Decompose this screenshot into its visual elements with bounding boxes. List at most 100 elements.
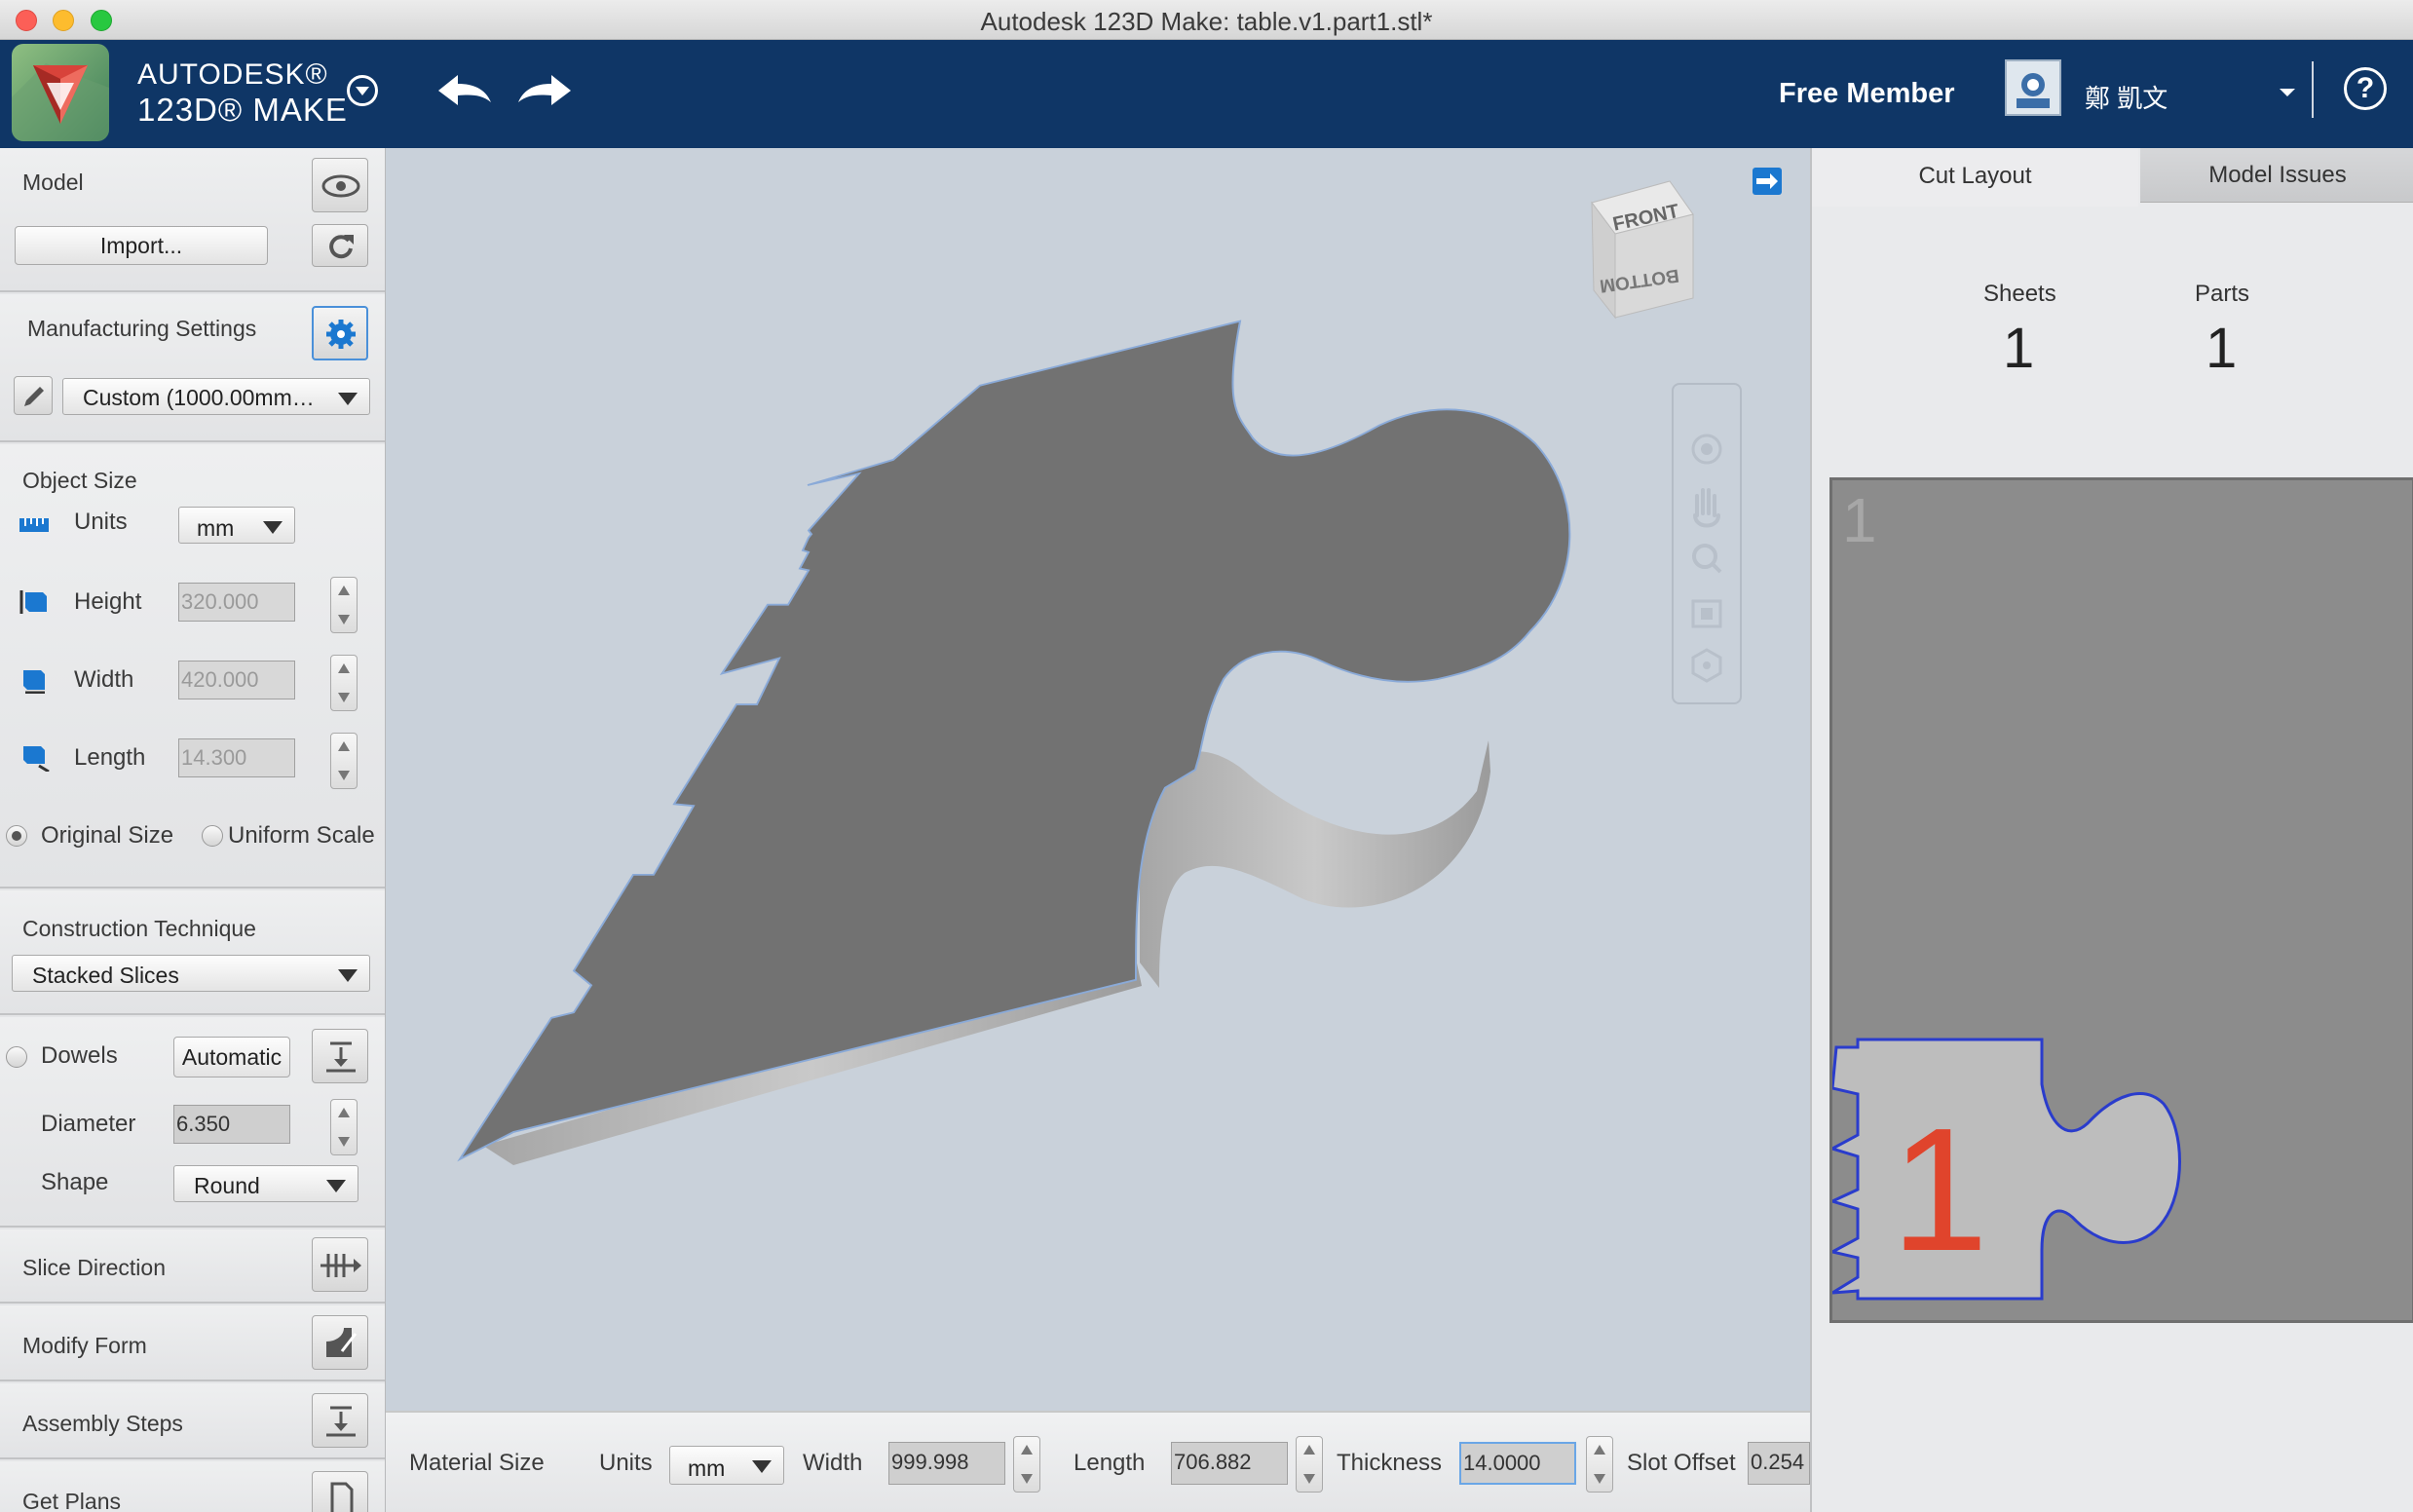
align-bottom-icon xyxy=(326,1041,356,1073)
manufacturing-preset-dropdown[interactable]: Custom (1000.00mm… xyxy=(62,378,370,415)
construction-technique-dropdown[interactable]: Stacked Slices xyxy=(12,955,370,992)
width-stepper[interactable] xyxy=(330,655,358,711)
window-title: Autodesk 123D Make: table.v1.part1.stl* xyxy=(980,7,1433,36)
header-divider xyxy=(2312,61,2314,118)
construction-section: Construction Technique Stacked Slices xyxy=(0,890,385,1015)
cut-sheet-preview[interactable]: 1 1 xyxy=(1829,477,2413,1323)
redo-button[interactable] xyxy=(514,69,575,112)
user-avatar[interactable] xyxy=(2005,59,2061,116)
membership-label: Free Member xyxy=(1779,78,1955,109)
cut-layout-panel: Cut Layout Model Issues Sheets 1 Parts 1… xyxy=(1810,148,2413,1512)
undo-button[interactable] xyxy=(434,69,495,112)
material-units-dropdown[interactable]: mm xyxy=(669,1446,784,1485)
brand-product: 123D® MAKE xyxy=(137,92,348,128)
dowels-label: Dowels xyxy=(41,1042,118,1069)
chevron-down-icon xyxy=(338,969,358,982)
toggle-model-visibility-button[interactable] xyxy=(312,158,368,212)
original-size-radio[interactable] xyxy=(6,825,27,847)
gear-icon xyxy=(326,320,356,349)
manufacturing-settings-button[interactable] xyxy=(312,306,368,360)
length-stepper[interactable] xyxy=(330,733,358,789)
modify-form-section[interactable]: Modify Form xyxy=(0,1305,385,1381)
window-title-bar: Autodesk 123D Make: table.v1.part1.stl* xyxy=(0,0,2413,40)
slice-direction-button[interactable] xyxy=(312,1237,368,1292)
material-size-bar: Material Size Units mm Width 999.998 Len… xyxy=(386,1411,1810,1512)
modify-form-icon xyxy=(326,1328,358,1357)
modify-form-label: Modify Form xyxy=(22,1333,147,1358)
chevron-down-icon xyxy=(338,393,358,405)
dowel-shape-dropdown[interactable]: Round xyxy=(173,1165,358,1202)
dowels-radio[interactable] xyxy=(6,1046,27,1068)
slice-direction-icon xyxy=(320,1254,361,1277)
eye-icon xyxy=(321,174,360,198)
slot-offset-input[interactable]: 0.254 xyxy=(1748,1442,1810,1485)
get-plans-button[interactable] xyxy=(312,1471,368,1512)
cut-part-label: 1 xyxy=(1891,1092,1988,1288)
dowels-options-button[interactable] xyxy=(312,1029,368,1083)
parts-label: Parts xyxy=(2195,281,2250,307)
tab-model-issues[interactable]: Model Issues xyxy=(2140,148,2413,203)
material-length-stepper[interactable] xyxy=(1296,1436,1323,1493)
help-button[interactable]: ? xyxy=(2344,67,2387,110)
modify-form-button[interactable] xyxy=(312,1315,368,1370)
sheets-count: 1 xyxy=(2003,317,2035,380)
user-name[interactable]: 鄭 凱文 xyxy=(2085,79,2168,115)
original-size-label: Original Size xyxy=(41,822,174,849)
user-dropdown-icon[interactable] xyxy=(2280,89,2295,96)
height-input[interactable]: 320.000 xyxy=(178,583,295,622)
material-width-stepper[interactable] xyxy=(1013,1436,1040,1493)
material-thickness-input[interactable]: 14.0000 xyxy=(1459,1442,1576,1485)
parts-count: 1 xyxy=(2206,317,2238,380)
zoom-extents-icon[interactable] xyxy=(1691,599,1722,628)
dowels-mode-button[interactable]: Automatic xyxy=(173,1037,290,1077)
length-label: Length xyxy=(74,744,146,771)
material-length-label: Length xyxy=(1074,1450,1146,1476)
assembly-steps-section[interactable]: Assembly Steps xyxy=(0,1383,385,1459)
width-cube-icon xyxy=(23,670,45,694)
material-units-value: mm xyxy=(688,1455,726,1481)
material-units-label: Units xyxy=(599,1450,653,1476)
material-width-input[interactable]: 999.998 xyxy=(888,1442,1005,1485)
chevron-down-icon xyxy=(752,1460,772,1473)
ruler-icon xyxy=(19,518,49,532)
app-menu-chevron-icon[interactable] xyxy=(347,75,378,106)
diameter-label: Diameter xyxy=(41,1111,136,1137)
length-input[interactable]: 14.300 xyxy=(178,738,295,777)
slot-offset-label: Slot Offset xyxy=(1627,1450,1736,1476)
tab-cut-layout[interactable]: Cut Layout xyxy=(1812,148,2138,207)
app-logo-icon xyxy=(12,44,109,141)
height-stepper[interactable] xyxy=(330,577,358,633)
uniform-scale-label: Uniform Scale xyxy=(228,822,375,849)
home-view-icon[interactable] xyxy=(1691,648,1722,683)
uniform-scale-radio[interactable] xyxy=(202,825,223,847)
assembly-steps-icon xyxy=(326,1406,356,1437)
3d-viewport[interactable] xyxy=(386,148,1810,1411)
diameter-input[interactable]: 6.350 xyxy=(173,1105,290,1144)
zoom-magnifier-icon[interactable] xyxy=(1692,544,1722,574)
pan-hand-icon[interactable] xyxy=(1693,488,1720,528)
sheets-label: Sheets xyxy=(1983,281,2056,307)
model-section-label: Model xyxy=(22,170,84,195)
refresh-model-button[interactable] xyxy=(312,224,368,267)
height-cube-icon xyxy=(19,590,47,614)
object-size-section: Object Size Units mm Height 320.000 Widt… xyxy=(0,444,385,888)
get-plans-section[interactable]: Get Plans xyxy=(0,1461,385,1512)
edit-preset-button[interactable] xyxy=(14,376,53,415)
view-cube[interactable]: FRONT BOTTOM xyxy=(1586,173,1722,329)
height-label: Height xyxy=(74,588,142,615)
import-button[interactable]: Import... xyxy=(15,226,268,265)
slice-direction-section[interactable]: Slice Direction xyxy=(0,1229,385,1304)
assembly-steps-button[interactable] xyxy=(312,1393,368,1448)
material-length-input[interactable]: 706.882 xyxy=(1171,1442,1288,1485)
width-input[interactable]: 420.000 xyxy=(178,661,295,699)
cut-part-outline[interactable]: 1 xyxy=(1832,480,2412,1320)
manufacturing-section-label: Manufacturing Settings xyxy=(27,316,257,341)
refresh-icon xyxy=(329,235,354,259)
material-thickness-stepper[interactable] xyxy=(1586,1436,1613,1493)
collapse-panel-arrow-icon[interactable] xyxy=(1753,168,1782,195)
orbit-icon[interactable] xyxy=(1691,434,1722,465)
object-units-dropdown[interactable]: mm xyxy=(178,507,295,544)
object-units-value: mm xyxy=(197,515,235,541)
diameter-stepper[interactable] xyxy=(330,1099,358,1155)
model-render[interactable] xyxy=(386,148,1810,1411)
